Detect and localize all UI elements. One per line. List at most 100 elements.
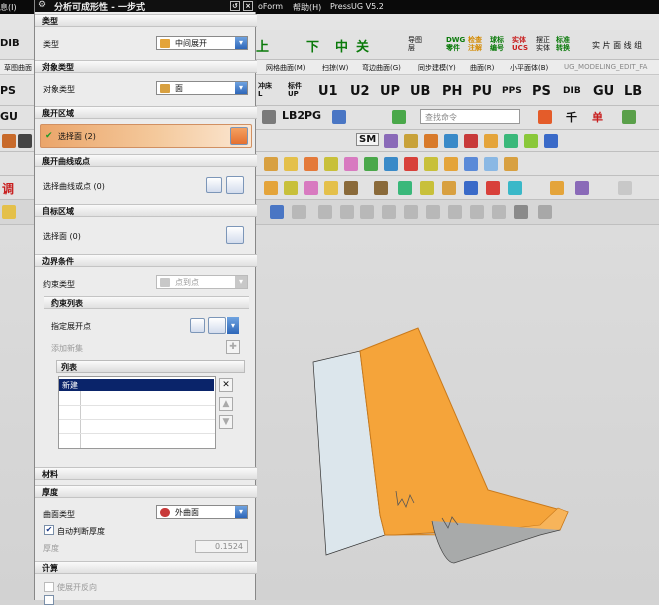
- u2-button[interactable]: U2: [350, 84, 370, 99]
- thread-icon[interactable]: [504, 157, 518, 171]
- punch-button[interactable]: 冲床 L: [258, 82, 272, 98]
- menu-sweep[interactable]: 扫掠(W): [322, 63, 348, 73]
- check-note-button[interactable]: 检查 注解: [468, 36, 482, 52]
- thickness-field[interactable]: 0.1524: [195, 540, 248, 553]
- menu-sync-modeling[interactable]: 同步建模(Y): [418, 63, 456, 73]
- circle-icon[interactable]: [426, 205, 440, 219]
- intersect-icon[interactable]: [304, 181, 318, 195]
- shell-icon[interactable]: [442, 181, 456, 195]
- shang-button[interactable]: 上: [256, 36, 269, 55]
- draft-icon[interactable]: [464, 181, 478, 195]
- chevron-down-icon[interactable]: ⌄: [42, 469, 251, 479]
- snap-icon[interactable]: [538, 110, 552, 124]
- studio-spline-icon[interactable]: [382, 205, 396, 219]
- select-face-row[interactable]: ✔ 选择面 (2): [40, 124, 252, 148]
- dib-button-2[interactable]: DIB: [563, 86, 581, 96]
- section-unfold-region[interactable]: 展开区域 ⌃: [35, 106, 257, 119]
- ph-button[interactable]: PH: [442, 84, 462, 99]
- guide-layer-button[interactable]: 导图 层: [408, 36, 422, 52]
- menu-item-pressug[interactable]: PressUG V5.2: [330, 2, 384, 11]
- dwg-part-button[interactable]: DWG 零件: [446, 36, 465, 52]
- entity-commands-label[interactable]: 实 片 面 线 组: [592, 40, 642, 51]
- select-face-icon[interactable]: [230, 127, 248, 145]
- list-item[interactable]: 新建: [59, 379, 214, 391]
- undo-icon[interactable]: [332, 110, 346, 124]
- point-constructor-icon[interactable]: [190, 318, 205, 333]
- section-object-type[interactable]: 对象类型 ⌃: [35, 60, 257, 73]
- hole-icon[interactable]: [384, 157, 398, 171]
- menu-mesh-surface[interactable]: 网格曲面(M): [266, 63, 306, 73]
- unite-icon[interactable]: [264, 181, 278, 195]
- rebend-icon[interactable]: [504, 134, 518, 148]
- move-face-icon[interactable]: [550, 181, 564, 195]
- u1-button[interactable]: U1: [318, 84, 338, 99]
- lb2-button[interactable]: LB2: [282, 109, 305, 122]
- list-header[interactable]: 列表 ⌃: [56, 360, 245, 373]
- chevron-up-icon[interactable]: ⌃: [42, 256, 251, 266]
- next-option-checkbox[interactable]: [44, 595, 54, 605]
- menu-surface[interactable]: 曲面(R): [470, 63, 494, 73]
- tools-icon[interactable]: [392, 110, 406, 124]
- constraint-listbox[interactable]: 新建: [58, 376, 216, 449]
- dan-button[interactable]: 单: [592, 109, 603, 125]
- select-curve-icon[interactable]: [226, 176, 244, 194]
- menu-flange-surface[interactable]: 弯边曲面(G): [362, 63, 401, 73]
- line-icon[interactable]: [318, 205, 332, 219]
- chevron-down-icon[interactable]: ▾: [235, 37, 247, 49]
- xia-button[interactable]: 下: [306, 36, 319, 55]
- chevron-down-icon[interactable]: ▾: [235, 82, 247, 94]
- section-compute[interactable]: 计算 ⌃: [35, 561, 257, 574]
- type-dropdown[interactable]: 中间展开 ▾: [156, 36, 248, 50]
- section-constraint-list[interactable]: 约束列表 ⌃: [44, 296, 249, 309]
- menu-item-info[interactable]: 息(I): [0, 2, 17, 13]
- bend-icon[interactable]: [404, 134, 418, 148]
- sphere-icon[interactable]: [324, 157, 338, 171]
- qian-button[interactable]: 千: [566, 109, 577, 125]
- plus-icon[interactable]: [18, 134, 32, 148]
- offset-icon[interactable]: [374, 181, 388, 195]
- gu-button[interactable]: GU: [0, 110, 18, 123]
- auto-thickness-checkbox[interactable]: ✔: [44, 525, 54, 535]
- subtract-icon[interactable]: [284, 181, 298, 195]
- revolve-icon[interactable]: [364, 157, 378, 171]
- arrow-right-icon[interactable]: [270, 205, 284, 219]
- slot-icon[interactable]: [464, 157, 478, 171]
- close-icon[interactable]: ×: [243, 1, 253, 11]
- cross-icon[interactable]: [470, 205, 484, 219]
- chevron-up-icon[interactable]: ⌃: [42, 16, 251, 26]
- chevron-up-icon[interactable]: ⌃: [51, 298, 243, 308]
- section-type[interactable]: 类型 ⌃: [35, 14, 257, 27]
- chevron-up-icon[interactable]: ⌃: [42, 487, 251, 497]
- contour-icon[interactable]: [444, 134, 458, 148]
- ub-button[interactable]: UB: [410, 84, 430, 99]
- point-dialog-icon[interactable]: [206, 177, 222, 193]
- ball-number-button[interactable]: 球标 编号: [490, 36, 504, 52]
- corner-icon[interactable]: [464, 134, 478, 148]
- trim-icon[interactable]: [324, 181, 338, 195]
- reset-icon[interactable]: ↺: [230, 1, 240, 11]
- block-icon[interactable]: [264, 157, 278, 171]
- sweep-entity-button[interactable]: 摆正 实体: [536, 36, 550, 52]
- chevron-down-icon[interactable]: ▾: [235, 276, 247, 288]
- dialog-gear-icon[interactable]: ⚙: [38, 0, 46, 10]
- up-button[interactable]: UP: [380, 84, 400, 99]
- chevron-up-icon[interactable]: ⌃: [42, 563, 251, 573]
- menu-sketch-surface[interactable]: 草图曲面: [4, 63, 32, 73]
- ps-button-2[interactable]: PS: [532, 84, 551, 99]
- flatpattern-icon[interactable]: [544, 134, 558, 148]
- chevron-down-icon[interactable]: ▾: [235, 506, 247, 518]
- add-set-icon[interactable]: ✚: [226, 340, 240, 354]
- fit-curve-icon[interactable]: [404, 205, 418, 219]
- copy-icon[interactable]: [262, 110, 276, 124]
- ellipse-icon[interactable]: [448, 205, 462, 219]
- command-search-input[interactable]: 查找命令: [420, 109, 520, 124]
- pps-button[interactable]: PPS: [502, 86, 522, 96]
- groove-icon[interactable]: [484, 157, 498, 171]
- surface-icon[interactable]: [514, 205, 528, 219]
- tiao-button[interactable]: 调: [2, 180, 14, 197]
- flange-icon[interactable]: [424, 134, 438, 148]
- move-up-icon[interactable]: ▲: [219, 397, 233, 411]
- menu-facet-body[interactable]: 小平面体(B): [510, 63, 548, 73]
- gusset-icon[interactable]: [524, 134, 538, 148]
- gu-button-2[interactable]: GU: [593, 84, 614, 99]
